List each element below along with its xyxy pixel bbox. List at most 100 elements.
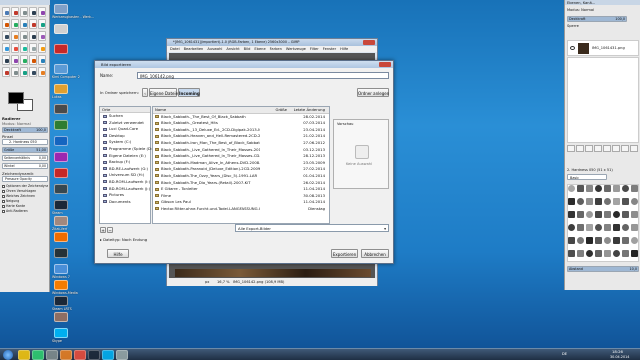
brush-preset[interactable]: [577, 237, 584, 244]
tool-button[interactable]: [29, 55, 37, 65]
brush-preset[interactable]: [604, 224, 611, 231]
language-indicator[interactable]: DE: [562, 352, 567, 356]
brush-preset[interactable]: [586, 250, 593, 257]
brush-preset[interactable]: [568, 198, 575, 205]
brush-preset[interactable]: [577, 250, 584, 257]
desktop-icon[interactable]: [54, 136, 68, 146]
desktop-icon[interactable]: [54, 296, 68, 306]
clock-time[interactable]: 18:26: [612, 349, 623, 354]
tool-button[interactable]: [2, 55, 10, 65]
menu-item[interactable]: Farben: [270, 47, 282, 51]
layers-mode[interactable]: Modus: Normal: [567, 8, 627, 14]
brush-preset[interactable]: [622, 237, 629, 244]
brush-preset[interactable]: [586, 211, 593, 218]
tool-button[interactable]: [38, 67, 46, 77]
brush-preset[interactable]: [595, 198, 602, 205]
tool-button[interactable]: [11, 7, 19, 17]
brush-preset[interactable]: [622, 250, 629, 257]
tool-button[interactable]: [2, 19, 10, 29]
checkbox[interactable]: [2, 199, 5, 203]
column-modified[interactable]: Letzte Änderung: [287, 107, 329, 113]
brush-preset[interactable]: [586, 237, 593, 244]
brush-preset[interactable]: [586, 224, 593, 231]
tool-button[interactable]: [20, 19, 28, 29]
brush-preset[interactable]: [613, 185, 620, 192]
layer-action-button[interactable]: [567, 145, 575, 152]
brush-preset[interactable]: [613, 237, 620, 244]
tool-button[interactable]: [38, 43, 46, 53]
desktop-icon[interactable]: [54, 152, 68, 162]
column-name[interactable]: Name: [153, 107, 260, 113]
desktop-icon[interactable]: [54, 64, 68, 74]
desktop-icon[interactable]: [54, 328, 68, 338]
desktop-icon[interactable]: [54, 24, 68, 34]
brush-preset[interactable]: [604, 250, 611, 257]
desktop-icon[interactable]: [54, 4, 68, 14]
desktop-icon[interactable]: [54, 216, 68, 226]
file-row[interactable]: Black_Sabbath-_Greatest_Hits 07.03.2014: [153, 120, 329, 127]
desktop-icon[interactable]: [54, 312, 68, 322]
close-icon[interactable]: [379, 62, 391, 67]
place-item[interactable]: Universum SD (H:): [100, 172, 150, 179]
tool-button[interactable]: [11, 43, 19, 53]
place-item[interactable]: Zuletzt verwendet: [100, 120, 150, 127]
brush-preset[interactable]: [622, 211, 629, 218]
menu-item[interactable]: Bearbeiten: [184, 47, 204, 51]
start-button[interactable]: [3, 350, 13, 360]
brush-preset[interactable]: [577, 211, 584, 218]
tool-button[interactable]: [29, 19, 37, 29]
menu-item[interactable]: Werkzeuge: [286, 47, 306, 51]
tool-button[interactable]: [20, 43, 28, 53]
file-row[interactable]: E Gitarre - Tonleiter 11.04.2014: [153, 186, 329, 193]
place-item[interactable]: Desktop: [100, 133, 150, 140]
create-folder-button[interactable]: Ordner anlegen: [357, 88, 389, 97]
desktop-icon[interactable]: [54, 280, 68, 290]
file-row[interactable]: Hector.Ritter.ohne.Furcht.und.Tadel.LANG…: [153, 206, 329, 213]
status-zoom[interactable]: 16,7 %: [217, 278, 230, 286]
tool-button[interactable]: [29, 31, 37, 41]
tool-button[interactable]: [11, 19, 19, 29]
layer-action-button[interactable]: [621, 145, 629, 152]
brush-preset[interactable]: [604, 198, 611, 205]
brush-preset[interactable]: [622, 185, 629, 192]
file-row[interactable]: Black_Sabbath-Madman_Alive_In_Athens-DVD…: [153, 160, 329, 167]
place-item[interactable]: BD-ROM-Laufwerk (I:): [100, 179, 150, 186]
brush-preset[interactable]: [604, 211, 611, 218]
brush-preset[interactable]: [631, 250, 638, 257]
tool-button[interactable]: [2, 7, 10, 17]
desktop-icon[interactable]: [54, 232, 68, 242]
color-fg-bg[interactable]: [6, 90, 36, 112]
tool-button[interactable]: [11, 67, 19, 77]
tool-button[interactable]: [11, 31, 19, 41]
brush-preset[interactable]: [595, 185, 602, 192]
place-item[interactable]: System (C:): [100, 139, 150, 146]
place-item[interactable]: Documents: [100, 199, 150, 206]
cancel-button[interactable]: Abbrechen: [361, 249, 389, 258]
help-button[interactable]: Hilfe: [107, 249, 129, 258]
brush-preset[interactable]: [631, 224, 638, 231]
layer-action-button[interactable]: [594, 145, 602, 152]
file-row[interactable]: Gibson Les Paul 11.04.2014: [153, 199, 329, 206]
menu-item[interactable]: Fenster: [323, 47, 336, 51]
file-row[interactable]: Black_Sabbath-_Live_Gathered_In_Their_Ma…: [153, 153, 329, 160]
layer-action-button[interactable]: [576, 145, 584, 152]
tool-button[interactable]: [2, 67, 10, 77]
mode-label[interactable]: Modus: Normal: [2, 121, 48, 126]
path-crumb-1[interactable]: Incoming: [178, 88, 200, 97]
checkbox[interactable]: [2, 209, 5, 213]
menu-item[interactable]: Ebene: [254, 47, 265, 51]
layer-action-button[interactable]: [630, 145, 638, 152]
tool-button[interactable]: [29, 7, 37, 17]
filter-select[interactable]: Alle Export-Bilder ▾: [235, 224, 389, 232]
brush-preset[interactable]: [577, 198, 584, 205]
remove-place-button[interactable]: −: [107, 227, 113, 233]
tool-button[interactable]: [38, 55, 46, 65]
clock-date[interactable]: 30.04.2014: [610, 355, 629, 359]
brush-preset[interactable]: [586, 198, 593, 205]
status-unit[interactable]: px: [205, 278, 209, 286]
brush-preset[interactable]: [622, 198, 629, 205]
tool-button[interactable]: [2, 31, 10, 41]
file-row[interactable]: Black_Sabbath-Iron_Man_The_Best_of_Black…: [153, 140, 329, 147]
brush-preset[interactable]: [604, 185, 611, 192]
place-item[interactable]: BD-RE-Laufwerk (G:): [100, 166, 150, 173]
